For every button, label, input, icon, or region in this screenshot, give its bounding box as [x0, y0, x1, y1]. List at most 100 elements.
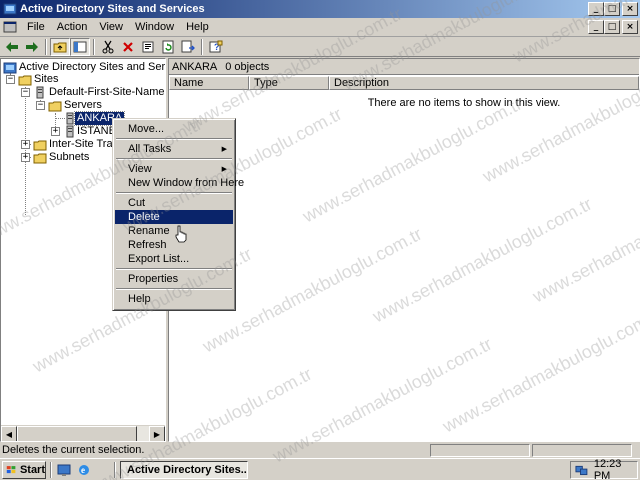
taskbar: Start e Active Directory Sites... 12:23 …	[0, 458, 640, 480]
tree-node-servers[interactable]: Servers	[48, 99, 104, 112]
toolbar-separator	[201, 38, 203, 55]
menu-item-label: Help	[128, 293, 151, 305]
status-text: Deletes the current selection.	[2, 444, 145, 456]
collapse-servers-icon[interactable]: −	[36, 101, 45, 110]
menu-window[interactable]: Window	[129, 19, 180, 36]
column-name[interactable]: Name	[169, 76, 249, 90]
svg-text:e: e	[81, 465, 85, 475]
refresh-icon[interactable]	[158, 38, 178, 56]
internet-explorer-icon[interactable]: e	[76, 462, 92, 478]
menu-item-label: Rename	[128, 225, 170, 237]
tree-node-sites[interactable]: Sites	[18, 73, 60, 86]
folder-icon	[33, 153, 47, 163]
details-header: ANKARA 0 objects	[169, 59, 639, 75]
ad-sites-app-icon	[3, 2, 17, 16]
expand-istanbul-icon[interactable]: +	[51, 127, 60, 136]
show-hide-tree-icon[interactable]	[70, 37, 90, 56]
close-button[interactable]: ×	[622, 2, 638, 16]
system-tray: 12:23 PM	[570, 458, 638, 480]
submenu-arrow-icon: ▶	[221, 165, 227, 173]
column-description[interactable]: Description	[329, 76, 639, 90]
mdi-restore-button[interactable]: □	[604, 20, 620, 34]
show-desktop-icon[interactable]	[56, 462, 72, 478]
menu-item-properties[interactable]: Properties	[115, 272, 233, 286]
menu-file[interactable]: File	[21, 19, 51, 36]
collapse-sites-icon[interactable]: −	[6, 75, 15, 84]
network-icon[interactable]	[575, 464, 588, 476]
taskbar-button-ad-sites[interactable]: Active Directory Sites...	[120, 461, 248, 479]
start-button[interactable]: Start	[2, 461, 46, 479]
menu-item-label: All Tasks	[128, 143, 172, 155]
menu-item-label: Delete	[128, 211, 160, 223]
minimize-button[interactable]: _	[588, 2, 604, 16]
menu-item-help[interactable]: Help	[115, 292, 233, 306]
folder-icon	[33, 140, 47, 150]
menu-item-delete[interactable]: Delete	[115, 210, 233, 224]
site-icon	[36, 86, 44, 99]
export-list-icon[interactable]	[178, 38, 198, 56]
collapse-default-site-icon[interactable]: −	[21, 88, 30, 97]
scroll-right-icon[interactable]: ▶	[149, 426, 165, 441]
scroll-thumb[interactable]	[17, 426, 137, 441]
context-menu: Move... All Tasks ▶ View ▶ New Window from…	[112, 118, 244, 311]
menu-view[interactable]: View	[93, 19, 129, 36]
status-cell	[532, 444, 632, 457]
tree-connector	[25, 87, 26, 215]
ad-sites-snapin-icon	[3, 62, 17, 73]
toolbar-separator	[93, 38, 95, 55]
menu-item-label: Cut	[128, 197, 146, 209]
menu-item-label: Export List...	[128, 253, 190, 265]
cut-icon[interactable]	[98, 38, 118, 56]
column-type[interactable]: Type	[249, 76, 329, 90]
delete-icon[interactable]	[118, 38, 138, 56]
tree-node-default-site[interactable]: Default-First-Site-Name	[33, 86, 165, 99]
tree-node-subnets[interactable]: Subnets	[33, 151, 91, 164]
menu-item-all-tasks[interactable]: All Tasks ▶	[115, 142, 233, 156]
folder-icon	[48, 101, 62, 111]
details-pane: ANKARA 0 objects Name Type Description T…	[168, 58, 640, 442]
menu-item-new-window[interactable]: New Window from Here	[115, 176, 244, 190]
mdi-close-button[interactable]: ×	[622, 20, 638, 34]
hand-cursor-icon	[175, 225, 187, 243]
menu-item-move[interactable]: Move...	[115, 122, 233, 136]
folder-icon	[18, 75, 32, 85]
taskbar-separator	[114, 462, 116, 478]
horizontal-scrollbar[interactable]: ◀ ▶	[1, 425, 165, 441]
title-bar[interactable]: Active Directory Sites and Services _ □ …	[0, 0, 640, 18]
submenu-arrow-icon: ▶	[221, 145, 227, 153]
menu-item-label: View	[128, 163, 152, 175]
mdi-minimize-button[interactable]: _	[588, 20, 604, 34]
console-window-icon[interactable]	[3, 20, 17, 34]
object-count: 0 objects	[225, 60, 270, 73]
menu-item-view[interactable]: View ▶	[115, 162, 233, 176]
clock[interactable]: 12:23 PM	[594, 458, 637, 480]
menu-item-label: New Window from Here	[128, 177, 245, 189]
tree-label-default-site: Default-First-Site-Name	[49, 86, 165, 98]
forward-arrow-icon[interactable]	[22, 38, 42, 56]
expand-subnets-icon[interactable]: +	[21, 153, 30, 162]
mmc-window: Active Directory Sites and Services _ □ …	[0, 0, 640, 458]
column-headers: Name Type Description	[169, 76, 639, 90]
menu-item-label: Move...	[128, 123, 165, 135]
window-title: Active Directory Sites and Services	[20, 3, 205, 15]
menu-action[interactable]: Action	[51, 19, 94, 36]
properties-icon[interactable]	[138, 38, 158, 56]
up-folder-icon[interactable]	[50, 37, 70, 56]
maximize-button[interactable]: □	[604, 2, 620, 16]
empty-list-message: There are no items to show in this view.	[367, 97, 561, 109]
taskbar-button-label: Active Directory Sites...	[127, 464, 248, 476]
expand-inter-site-icon[interactable]: +	[21, 140, 30, 149]
scroll-left-icon[interactable]: ◀	[1, 426, 17, 441]
back-arrow-icon[interactable]	[2, 38, 22, 56]
menu-item-label: Properties	[128, 273, 179, 285]
status-bar: Deletes the current selection.	[0, 443, 640, 458]
menu-item-export-list[interactable]: Export List...	[115, 252, 233, 266]
status-cell	[430, 444, 530, 457]
menu-item-cut[interactable]: Cut	[115, 196, 233, 210]
taskbar-separator	[50, 462, 52, 478]
tree-label-subnets: Subnets	[49, 151, 90, 163]
menu-help[interactable]: Help	[180, 19, 215, 36]
server-icon	[66, 112, 74, 125]
details-title: ANKARA	[172, 60, 218, 73]
help-icon[interactable]: ?	[206, 38, 226, 56]
